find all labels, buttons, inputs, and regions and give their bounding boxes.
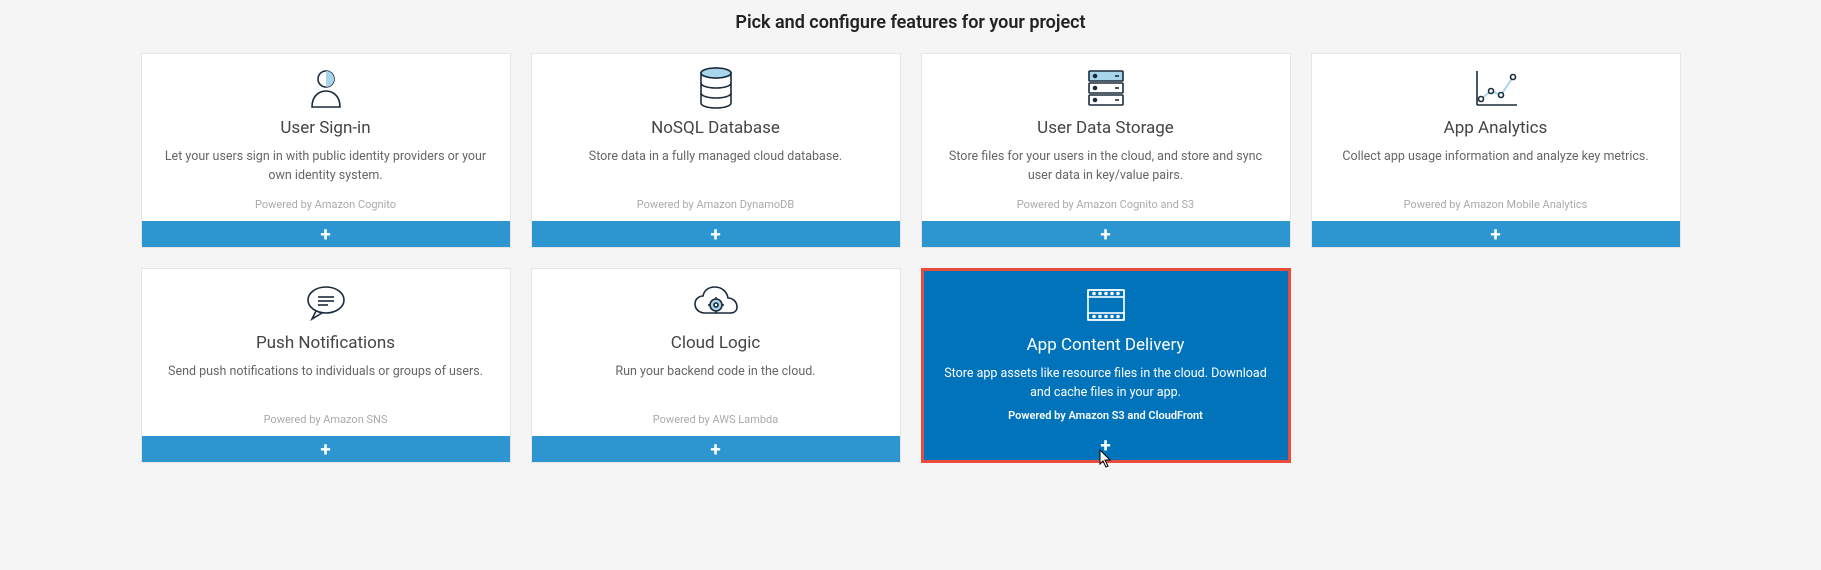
card-push-notifications[interactable]: Push Notifications Send push notificatio… (141, 268, 511, 463)
card-app-content-delivery[interactable]: App Content Delivery Store app assets li… (921, 268, 1291, 463)
card-powered: Powered by Amazon Mobile Analytics (1404, 198, 1588, 211)
card-desc: Store data in a fully managed cloud data… (589, 148, 842, 192)
add-button[interactable]: + (532, 436, 900, 462)
card-powered: Powered by Amazon DynamoDB (637, 198, 794, 211)
card-powered: Powered by Amazon Cognito and S3 (1017, 198, 1195, 211)
add-button[interactable]: + (532, 221, 900, 247)
user-icon (307, 66, 345, 110)
card-body: Push Notifications Send push notificatio… (142, 269, 510, 436)
card-desc: Run your backend code in the cloud. (615, 363, 815, 407)
card-powered: Powered by AWS Lambda (653, 413, 778, 426)
plus-icon: + (1490, 225, 1500, 244)
card-desc: Store app assets like resource files in … (942, 365, 1270, 403)
card-body: App Analytics Collect app usage informat… (1312, 54, 1680, 221)
card-cloud-logic[interactable]: Cloud Logic Run your backend code in the… (531, 268, 901, 463)
card-desc: Store files for your users in the cloud,… (940, 148, 1272, 192)
card-title: Cloud Logic (671, 333, 761, 353)
plus-icon: + (320, 225, 330, 244)
card-user-data-storage[interactable]: User Data Storage Store files for your u… (921, 53, 1291, 248)
page-title: Pick and configure features for your pro… (0, 0, 1821, 53)
card-desc: Collect app usage information and analyz… (1342, 148, 1648, 192)
card-title: NoSQL Database (651, 118, 780, 138)
add-button[interactable]: + (1312, 221, 1680, 247)
card-body: Cloud Logic Run your backend code in the… (532, 269, 900, 436)
card-app-analytics[interactable]: App Analytics Collect app usage informat… (1311, 53, 1681, 248)
card-body: User Data Storage Store files for your u… (922, 54, 1290, 221)
add-button[interactable]: + (142, 436, 510, 462)
card-powered: Powered by Amazon S3 and CloudFront (1008, 409, 1203, 422)
add-button[interactable]: + (922, 221, 1290, 247)
notifications-icon (304, 281, 348, 325)
card-desc: Let your users sign in with public ident… (160, 148, 492, 192)
plus-icon: + (1100, 225, 1110, 244)
card-powered: Powered by Amazon Cognito (255, 198, 396, 211)
card-nosql-database[interactable]: NoSQL Database Store data in a fully man… (531, 53, 901, 248)
database-icon (697, 66, 735, 110)
plus-icon: + (320, 440, 330, 459)
cloud-logic-icon (691, 281, 741, 325)
card-title: App Content Delivery (1027, 335, 1185, 355)
add-button[interactable]: + (142, 221, 510, 247)
card-title: Push Notifications (256, 333, 395, 353)
card-title: User Data Storage (1037, 118, 1174, 138)
plus-icon: + (710, 225, 720, 244)
storage-icon (1085, 66, 1127, 110)
content-delivery-icon (1084, 283, 1128, 327)
analytics-icon (1471, 66, 1521, 110)
card-title: App Analytics (1444, 118, 1548, 138)
card-powered: Powered by Amazon SNS (264, 413, 388, 426)
card-user-signin[interactable]: User Sign-in Let your users sign in with… (141, 53, 511, 248)
plus-icon: + (710, 440, 720, 459)
card-body: User Sign-in Let your users sign in with… (142, 54, 510, 221)
card-body: NoSQL Database Store data in a fully man… (532, 54, 900, 221)
mouse-cursor-icon (1098, 448, 1114, 468)
card-title: User Sign-in (280, 118, 370, 138)
card-desc: Send push notifications to individuals o… (168, 363, 483, 407)
feature-grid: User Sign-in Let your users sign in with… (0, 53, 1821, 463)
card-body: App Content Delivery Store app assets li… (924, 271, 1288, 432)
